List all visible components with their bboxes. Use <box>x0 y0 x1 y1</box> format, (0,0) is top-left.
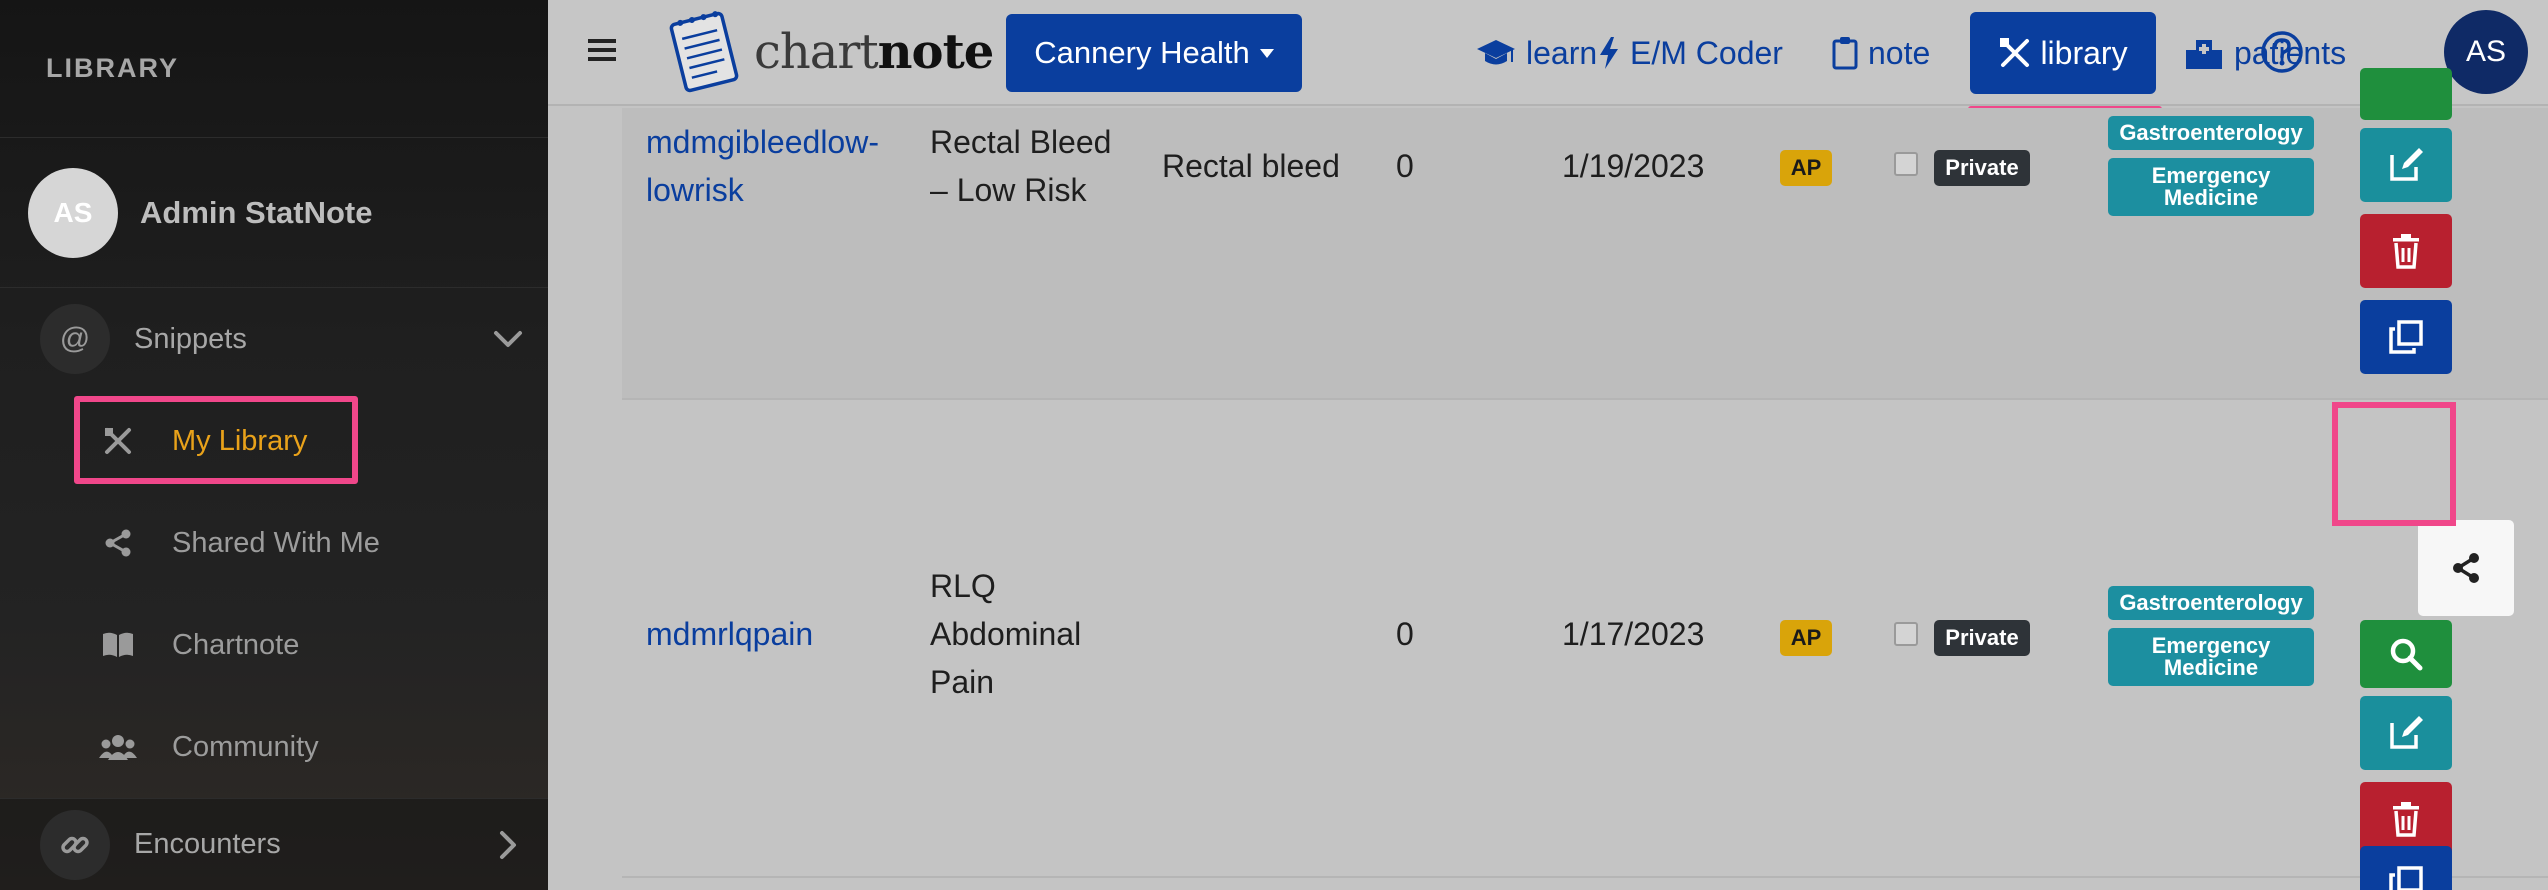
at-icon: @ <box>40 304 110 374</box>
sidebar-group-encounters[interactable]: Encounters <box>0 798 548 890</box>
type-badge: AP <box>1780 150 1832 186</box>
copy-icon <box>2389 320 2423 354</box>
snippet-title: Rectal Bleed – Low Risk <box>930 118 1111 214</box>
sidebar-item-label: Chartnote <box>172 628 300 661</box>
book-icon <box>98 631 138 659</box>
nav-link-label: E/M Coder <box>1630 34 1783 71</box>
organization-dropdown-button[interactable]: Cannery Health <box>1006 14 1302 92</box>
share-button[interactable] <box>2418 520 2514 616</box>
users-icon <box>98 733 138 761</box>
graduation-cap-icon <box>1477 40 1515 65</box>
title-line: RLQ <box>930 568 996 604</box>
user-avatar[interactable]: AS <box>2444 10 2528 94</box>
specialty-tag: Gastroenterology <box>2108 586 2314 620</box>
nav-em-coder[interactable]: E/M Coder <box>1598 28 1783 78</box>
title-line: Abdominal <box>930 616 1082 652</box>
user-name: Admin StatNote <box>140 194 373 230</box>
library-tools-icon <box>98 425 138 457</box>
notepad-logo-icon <box>669 11 739 93</box>
copy-button[interactable] <box>2360 300 2452 374</box>
nav-library[interactable]: library <box>1970 12 2156 94</box>
copy-icon <box>2389 866 2423 890</box>
visibility-badge: Private <box>1934 620 2030 656</box>
name-line: lowrisk <box>646 172 744 208</box>
library-content: mdmgibleedlow- lowrisk Rectal Bleed – Lo… <box>548 68 2548 890</box>
edit-icon <box>2390 716 2423 749</box>
delete-button[interactable] <box>2360 214 2452 288</box>
snippet-name-link[interactable]: mdmgibleedlow- lowrisk <box>646 118 879 214</box>
table-row: mdmrlqpain RLQ Abdominal Pain 0 1/17/202… <box>622 400 2548 878</box>
edit-button[interactable] <box>2360 696 2452 770</box>
nav-link-label: learn <box>1526 34 1598 71</box>
visibility-badge: Private <box>1934 150 2030 186</box>
nav-note[interactable]: note <box>1832 28 1930 78</box>
nav-link-label: library <box>2040 34 2128 71</box>
title-line: – Low Risk <box>930 172 1087 208</box>
top-navbar: chartnote Cannery Health learn E/M Coder… <box>548 0 2548 114</box>
caret-down-icon <box>1259 48 1274 58</box>
help-icon[interactable] <box>2260 30 2304 74</box>
delete-button[interactable] <box>2360 782 2452 856</box>
view-button[interactable] <box>2360 68 2452 120</box>
sidebar-group-label: Encounters <box>134 828 281 860</box>
name-line: mdmgibleedlow- <box>646 124 879 160</box>
edit-icon <box>2390 148 2423 181</box>
share-icon <box>98 528 138 558</box>
avatar: AS <box>28 167 118 258</box>
sidebar-user[interactable]: AS Admin StatNote <box>0 138 548 288</box>
snippet-description: Rectal bleed <box>1162 148 1340 184</box>
sidebar-item-community[interactable]: Community <box>0 696 548 798</box>
sidebar-header: LIBRARY <box>0 0 548 138</box>
edit-button[interactable] <box>2360 128 2452 202</box>
logo-text: chartnote <box>754 24 994 80</box>
snippet-count: 0 <box>1396 148 1414 184</box>
nav-learn[interactable]: learn <box>1476 28 1597 78</box>
snippet-title: RLQ Abdominal Pain <box>930 562 1081 706</box>
sidebar-group-snippets[interactable]: @ Snippets <box>0 288 548 390</box>
trash-icon <box>2393 234 2419 269</box>
trash-icon <box>2393 802 2419 837</box>
chevron-down-icon <box>494 331 522 347</box>
chevron-right-icon <box>500 831 516 859</box>
link-icon <box>40 809 110 880</box>
sidebar: LIBRARY AS Admin StatNote @ Snippets My … <box>0 0 548 890</box>
snippet-name-link[interactable]: mdmrlqpain <box>646 610 813 658</box>
private-checkbox[interactable] <box>1894 152 1918 176</box>
share-icon <box>2453 553 2479 583</box>
sidebar-item-my-library[interactable]: My Library <box>0 390 548 492</box>
bolt-icon <box>1600 37 1618 69</box>
specialty-tag: Emergency Medicine <box>2108 628 2314 686</box>
sidebar-item-label: My Library <box>172 424 308 457</box>
private-checkbox[interactable] <box>1894 622 1918 646</box>
clipboard-icon <box>1832 37 1858 70</box>
snippet-date: 1/19/2023 <box>1562 148 1705 184</box>
library-tools-icon <box>2000 38 2030 67</box>
view-button[interactable] <box>2360 620 2452 688</box>
snippet-date: 1/17/2023 <box>1562 616 1705 652</box>
nav-link-label: note <box>1868 34 1931 71</box>
organization-label: Cannery Health <box>1034 35 1250 70</box>
sidebar-item-chartnote[interactable]: Chartnote <box>0 594 548 696</box>
type-badge: AP <box>1780 620 1832 656</box>
sidebar-item-label: Shared With Me <box>172 526 380 559</box>
copy-button[interactable] <box>2360 846 2452 890</box>
specialty-tag: Emergency Medicine <box>2108 158 2314 216</box>
title-line: Rectal Bleed <box>930 124 1112 160</box>
sidebar-item-label: Community <box>172 730 319 763</box>
search-icon <box>2390 638 2423 671</box>
hospital-icon <box>2186 40 2222 69</box>
sidebar-item-shared-with-me[interactable]: Shared With Me <box>0 492 548 594</box>
title-line: Pain <box>930 664 995 700</box>
sidebar-group-label: Snippets <box>134 322 247 355</box>
table-row: mdmgibleedlow- lowrisk Rectal Bleed – Lo… <box>622 68 2548 400</box>
specialty-tag: Gastroenterology <box>2108 116 2314 150</box>
hamburger-menu-icon[interactable] <box>588 36 616 64</box>
chartnote-logo[interactable]: chartnote <box>664 8 994 96</box>
snippet-count: 0 <box>1396 616 1414 652</box>
